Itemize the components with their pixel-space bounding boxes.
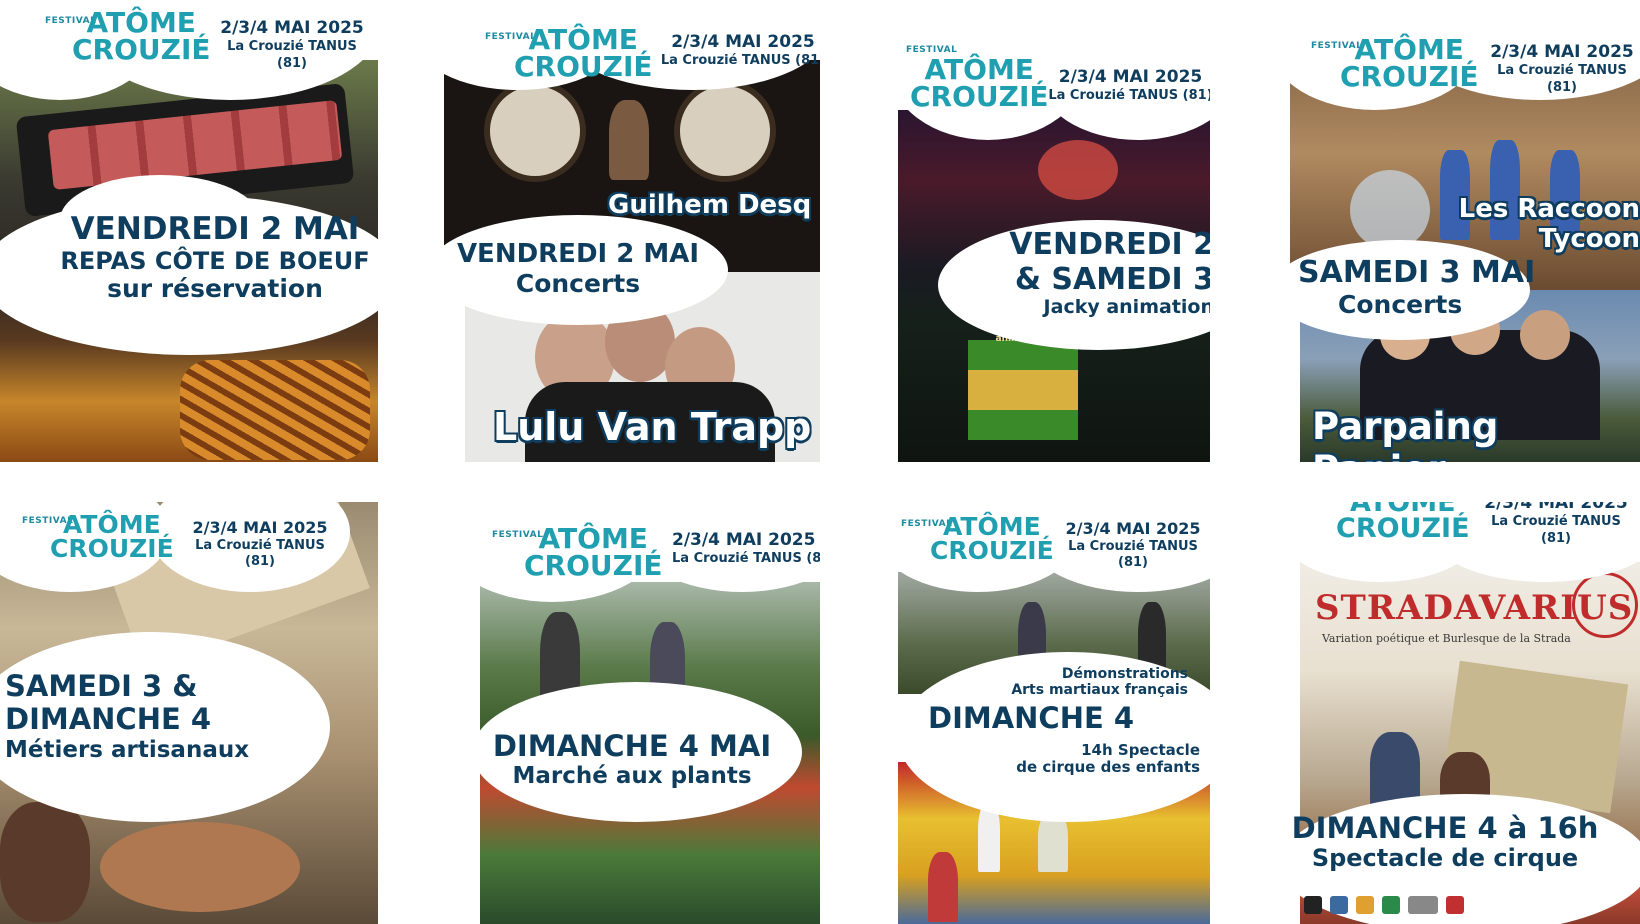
poster-jacky-animation[interactable]: Jacky animation FESTIVAL ATÔMECROUZIÉ 2/… (898, 0, 1210, 462)
festival-logo: ATÔME CROUZIÉ (72, 6, 211, 66)
festival-dates: 2/3/4 MAI 2025 La Crouzié TANUS (81) (192, 518, 328, 570)
poster-text: SAMEDI 3 MAI Concerts (1298, 255, 1536, 319)
artist-name: Les Raccoon Tycoon (1458, 194, 1640, 254)
festival-dates: 2/3/4 MAI 2025 La Crouzié TANUS (81) (1484, 502, 1628, 546)
poster-text: DIMANCHE 4 (928, 701, 1135, 735)
festival-logo: ATÔME CROUZIÉ (1340, 33, 1479, 93)
artist-name: Parpaing Papier (1312, 405, 1499, 462)
poster-text: VENDREDI 2 & SAMEDI 3 Jacky animation (1009, 227, 1210, 318)
festival-logo: ATÔME CROUZIÉ (524, 522, 663, 582)
poster-concerts-vendredi[interactable]: FESTIVAL ATÔME CROUZIÉ 2/3/4 MAI 2025 La C… (428, 0, 820, 462)
poster-marche-plants[interactable]: FESTIVAL ATÔME CROUZIÉ 2/3/4 MAI 2025 La C… (462, 502, 820, 924)
poster-stradavarius[interactable]: STRADAVARIUS Variation poétique et Burle… (1290, 502, 1640, 924)
festival-logo: ATÔME CROUZIÉ (930, 512, 1054, 565)
festival-dates: 2/3/4 MAI 2025 La Crouzié TANUS (81) (1048, 67, 1210, 104)
artist-name: Guilhem Desq (608, 190, 812, 220)
poster-bottom-text: 14h Spectacle de cirque des enfants (1016, 741, 1200, 777)
company-stamp (1572, 572, 1638, 638)
poster-text: DIMANCHE 4 à 16h Spectacle de cirque (1291, 811, 1599, 873)
poster-text: VENDREDI 2 MAI REPAS CÔTE DE BOEUF sur r… (60, 211, 370, 304)
poster-text: SAMEDI 3 & DIMANCHE 4 Métiers artisanaux (5, 669, 250, 763)
festival-logo: ATÔME CROUZIÉ (514, 23, 653, 83)
show-subtitle: Variation poétique et Burlesque de la St… (1322, 632, 1571, 645)
festival-logo: ATÔME CROUZIÉ (910, 53, 1049, 113)
festival-dates: 2/3/4 MAI 2025 La Crouzié TANUS (81) (660, 32, 820, 69)
poster-text: DIMANCHE 4 MAI Marché aux plants (492, 729, 772, 790)
poster-metiers-artisanaux[interactable]: FESTIVAL ATÔME CROUZIÉ 2/3/4 MAI 2025 La C… (0, 502, 378, 924)
festival-dates: 2/3/4 MAI 2025 La Crouzié TANUS (81) (220, 18, 364, 71)
poster-arts-martiaux[interactable]: FESTIVAL ATÔME CROUZIÉ 2/3/4 MAI 2025 La C… (898, 502, 1210, 924)
festival-dates: 2/3/4 MAI 2025 La Crouzié TANUS (81) (1490, 42, 1634, 95)
festival-dates: 2/3/4 MAI 2025 La Crouzié TANUS (81) (1065, 519, 1201, 571)
poster-repas[interactable]: FESTIVAL ATÔME CROUZIÉ 2/3/4 MAI 2025 La C… (0, 0, 378, 462)
festival-logo: ATÔME CROUZIÉ (1336, 502, 1470, 544)
poster-text: VENDREDI 2 MAI Concerts (456, 239, 700, 298)
artist-name: Lulu Van Trapp (493, 405, 812, 449)
festival-dates: 2/3/4 MAI 2025 La Crouzié TANUS (8 (672, 530, 820, 567)
festival-logo: ATÔME CROUZIÉ (50, 510, 174, 563)
poster-concerts-samedi[interactable]: FESTIVAL ATÔME CROUZIÉ 2/3/4 MAI 2025 La C… (1290, 0, 1640, 462)
sponsor-logos (1304, 896, 1624, 918)
poster-top-text: Démonstrations Arts martiaux français (1011, 666, 1188, 699)
